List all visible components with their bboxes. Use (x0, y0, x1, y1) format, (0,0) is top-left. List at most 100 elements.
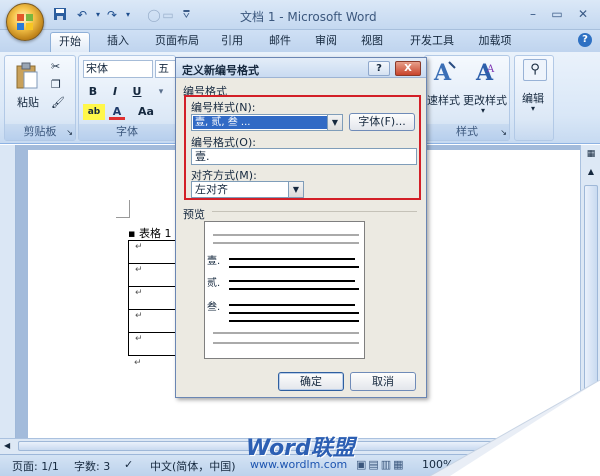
alignment-value: 左对齐 (195, 183, 228, 196)
dialog-title: 定义新编号格式 (182, 64, 259, 77)
office-button[interactable] (6, 3, 44, 41)
table-cell[interactable]: ↵ (128, 286, 177, 310)
scroll-left-icon[interactable]: ◀ (4, 441, 10, 450)
preview-line (229, 312, 359, 314)
clipboard-group: 粘贴 ✂ ❐ 🖌 剪贴板 ↘ (4, 55, 76, 141)
customize-qat-icon[interactable]: ⩢ (183, 8, 190, 22)
preview-line (213, 242, 359, 244)
tab-developer[interactable]: 开发工具 (402, 32, 462, 52)
print-icon[interactable]: ▭ (160, 7, 176, 23)
preview-line (229, 320, 359, 322)
alignment-dropdown-icon[interactable]: ▼ (288, 182, 303, 197)
quick-styles-icon[interactable]: A (431, 58, 459, 86)
view-buttons[interactable]: ▣▤▥▦ (356, 458, 406, 471)
find-binoculars-icon[interactable]: ⚲ (523, 59, 547, 81)
dialog-close-button[interactable]: X (395, 61, 421, 76)
font-group-label: 字体 (79, 124, 175, 140)
redo-dropdown-icon[interactable]: ▾ (120, 7, 136, 23)
editing-dropdown-icon[interactable]: ▾ (531, 104, 535, 113)
styles-group: A AA 速样式 更改样式 ▾ 样式 ↘ (424, 55, 510, 141)
help-icon[interactable]: ? (578, 33, 592, 47)
office-logo-icon (17, 14, 33, 30)
paste-icon[interactable] (15, 62, 39, 90)
preview-line (229, 266, 359, 268)
bold-button[interactable]: B (85, 84, 101, 100)
quick-styles-button[interactable]: 速样式 (427, 92, 460, 108)
cancel-button[interactable]: 取消 (350, 372, 416, 391)
save-icon[interactable] (52, 7, 68, 23)
proofing-icon[interactable]: ✓ (124, 458, 133, 471)
underline-button[interactable]: U (129, 84, 145, 100)
format-painter-icon[interactable]: 🖌 (51, 96, 65, 109)
italic-button[interactable]: I (107, 84, 123, 100)
preview-line (213, 342, 359, 344)
change-styles-dropdown-icon[interactable]: ▾ (481, 106, 485, 115)
font-button[interactable]: 字体(F)... (349, 113, 415, 131)
underline-dropdown-icon[interactable]: ▾ (153, 84, 169, 100)
tab-references[interactable]: 引用 (214, 32, 250, 52)
redo-icon[interactable]: ↷ (104, 7, 120, 23)
preview-line (229, 280, 355, 282)
highlight-color-icon[interactable]: ab (83, 104, 105, 120)
tab-home[interactable]: 开始 (50, 32, 90, 52)
font-size-combo[interactable]: 五 (155, 60, 177, 78)
table-cell[interactable]: ↵ (128, 240, 177, 264)
table-cell[interactable]: ↵ (128, 263, 177, 287)
watermark-url: www.wordlm.com (250, 458, 348, 471)
status-page[interactable]: 页面: 1/1 (12, 458, 59, 474)
scroll-up-icon[interactable]: ▲ (585, 167, 597, 177)
window-title: 文档 1 - Microsoft Word (240, 10, 377, 24)
vertical-ruler (0, 145, 16, 438)
tab-view[interactable]: 视图 (354, 32, 390, 52)
preview-separator (212, 211, 417, 212)
ruler-toggle-icon[interactable]: ▦ (584, 149, 598, 163)
number-style-value: 壹, 贰, 叁 ... (193, 116, 327, 129)
table-cell[interactable]: ↵ (128, 309, 177, 333)
page-curl-decoration (430, 380, 600, 476)
status-word-count[interactable]: 字数: 3 (74, 458, 110, 474)
change-styles-icon[interactable]: AA (473, 58, 501, 86)
undo-icon[interactable]: ↶ (74, 7, 90, 23)
preview-item-2: 贰. (207, 278, 221, 289)
preview-item-1: 壹. (207, 256, 221, 267)
number-style-dropdown-icon[interactable]: ▼ (327, 115, 342, 130)
number-format-input[interactable]: 壹. (191, 148, 417, 165)
paragraph-mark: ↵ (134, 358, 142, 368)
preview-line (213, 234, 359, 236)
dialog-help-button[interactable]: ? (368, 61, 390, 76)
tab-mailings[interactable]: 邮件 (262, 32, 298, 52)
caption-text: 表格 1 (138, 227, 172, 240)
clipboard-launcher-icon[interactable]: ↘ (66, 128, 73, 137)
preview-line (229, 258, 355, 260)
number-style-label: 编号样式(N): (191, 101, 256, 114)
editing-group: ⚲ 编辑 ▾ (514, 55, 554, 141)
ok-button[interactable]: 确定 (278, 372, 344, 391)
alignment-select[interactable]: 左对齐 ▼ (191, 181, 304, 198)
maximize-icon[interactable]: ▭ (548, 6, 566, 22)
close-window-icon[interactable]: ✕ (574, 6, 592, 22)
tab-page-layout[interactable]: 页面布局 (146, 32, 208, 52)
preview-pane: 壹. 贰. 叁. (204, 221, 365, 359)
font-group: 宋体 五 B I U ▾ ab A Aa 字体 (78, 55, 177, 141)
svg-text:A: A (486, 64, 495, 75)
table-cell[interactable]: ↵ (128, 332, 177, 356)
copy-icon[interactable]: ❐ (51, 78, 61, 91)
styles-launcher-icon[interactable]: ↘ (500, 128, 507, 137)
clipboard-group-label: 剪贴板 (5, 124, 75, 140)
number-style-select[interactable]: 壹, 贰, 叁 ... ▼ (191, 114, 343, 131)
preview-line (229, 288, 359, 290)
tab-add-ins[interactable]: 加载项 (470, 32, 520, 52)
font-color-button[interactable]: A (109, 104, 125, 120)
cut-icon[interactable]: ✂ (51, 60, 60, 73)
font-name-combo[interactable]: 宋体 (83, 60, 153, 78)
paste-button[interactable]: 粘贴 (17, 94, 39, 110)
tab-review[interactable]: 审阅 (308, 32, 344, 52)
preview-item-3: 叁. (207, 302, 221, 313)
minimize-icon[interactable]: – (524, 6, 542, 22)
preview-line (213, 332, 359, 334)
change-case-button[interactable]: Aa (135, 104, 157, 120)
status-language[interactable]: 中文(简体，中国) (150, 458, 236, 474)
tab-insert[interactable]: 插入 (98, 32, 138, 52)
styles-group-label: 样式 (425, 124, 509, 140)
table-caption[interactable]: ▪ 表格 1 (128, 225, 171, 241)
